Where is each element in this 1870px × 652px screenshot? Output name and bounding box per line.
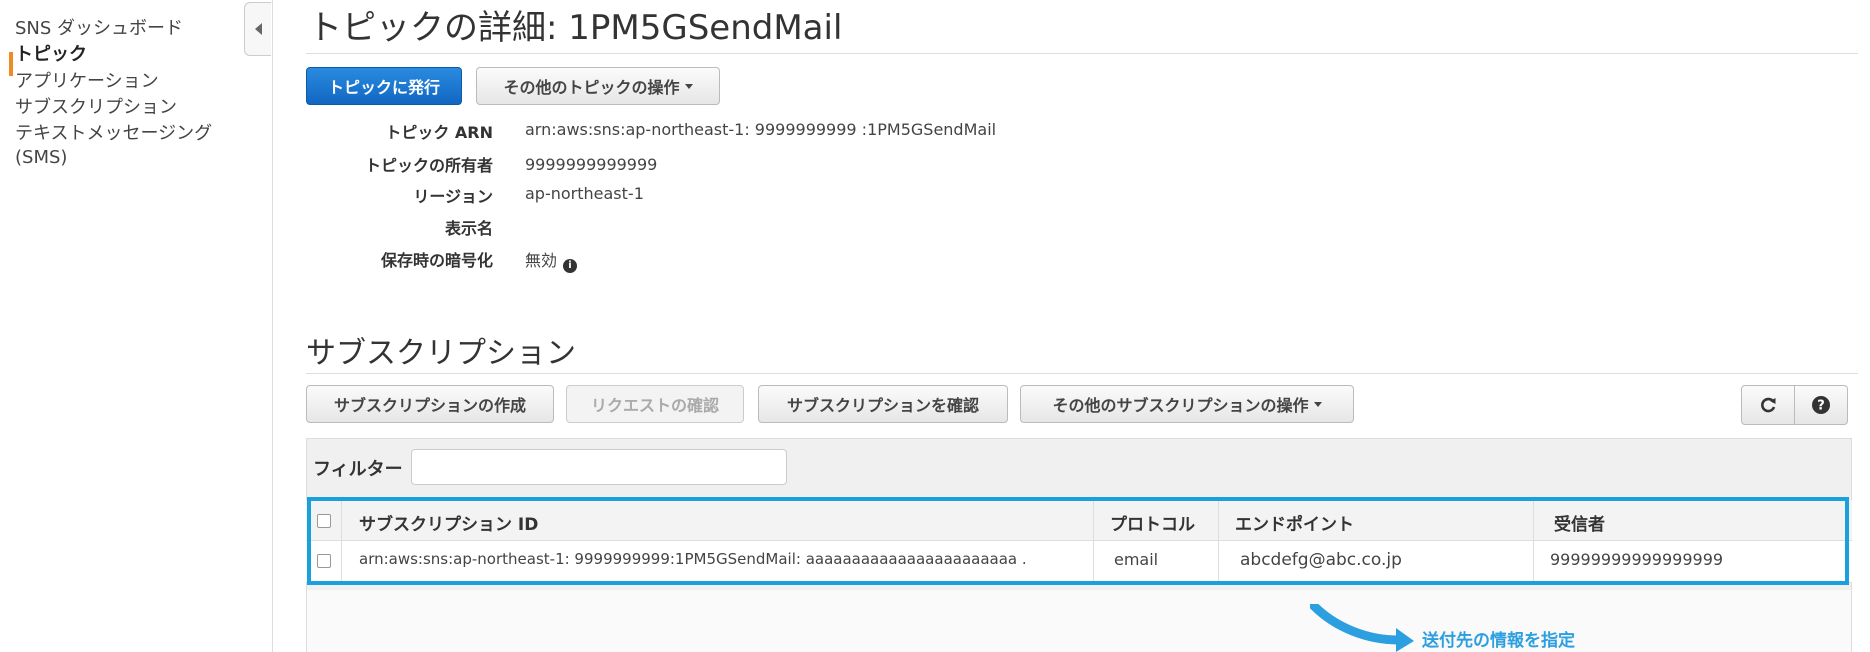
title-divider (306, 53, 1858, 54)
help-button[interactable]: ? (1794, 385, 1848, 425)
detail-value-encryption: 無効 (525, 251, 558, 270)
table-empty-area (307, 590, 1851, 652)
request-confirmation-button[interactable]: リクエストの確認 (566, 385, 744, 423)
detail-label-topic-arn: トピック ARN (385, 123, 493, 142)
publish-topic-label: トピックに発行 (327, 78, 440, 97)
confirm-subscription-label: サブスクリプションを確認 (786, 396, 979, 415)
sidebar-item-dashboard[interactable]: SNS ダッシュボード (15, 17, 183, 41)
confirm-subscription-button[interactable]: サブスクリプションを確認 (758, 385, 1008, 423)
arrow-icon (1310, 604, 1414, 652)
info-icon[interactable]: i (563, 258, 578, 273)
other-topic-actions-button[interactable]: その他のトピックの操作 (476, 67, 720, 105)
detail-label-display-name: 表示名 (444, 219, 493, 238)
row-highlight-box (307, 497, 1849, 585)
create-subscription-button[interactable]: サブスクリプションの作成 (306, 385, 554, 423)
detail-label-encryption: 保存時の暗号化 (380, 251, 493, 270)
help-icon: ? (1812, 396, 1830, 414)
filter-input[interactable] (411, 449, 787, 485)
section-divider (306, 373, 1858, 374)
sidebar-item-text-messaging[interactable]: テキストメッセージング (15, 122, 212, 146)
caret-down-icon (1313, 401, 1322, 407)
chevron-left-icon (254, 23, 262, 35)
annotation-text: 送付先の情報を指定 (1422, 631, 1575, 651)
svg-text:?: ? (1817, 399, 1825, 414)
sidebar-item-applications[interactable]: アプリケーション (15, 70, 159, 94)
create-subscription-label: サブスクリプションの作成 (333, 396, 526, 415)
refresh-icon (1761, 397, 1776, 413)
sidebar-item-topics[interactable]: トピック (15, 43, 87, 67)
detail-value-region: ap-northeast-1 (525, 184, 644, 203)
subscriptions-heading: サブスクリプション (306, 336, 576, 371)
sidebar-collapse-button[interactable] (244, 2, 271, 56)
active-indicator (9, 52, 13, 76)
detail-value-topic-arn: arn:aws:sns:ap-northeast-1: 9999999999 :… (525, 120, 997, 139)
filter-label: フィルター (313, 459, 403, 480)
detail-label-owner: トピックの所有者 (364, 156, 493, 175)
page-title: トピックの詳細: 1PM5GSendMail (308, 8, 843, 48)
sidebar: SNS ダッシュボード トピック アプリケーション サブスクリプション テキスト… (0, 0, 273, 652)
publish-topic-button[interactable]: トピックに発行 (306, 67, 462, 105)
refresh-button[interactable] (1741, 385, 1795, 425)
sidebar-item-text-messaging-sms[interactable]: (SMS) (15, 146, 67, 170)
other-subscription-actions-button[interactable]: その他のサブスクリプションの操作 (1020, 385, 1354, 423)
detail-label-region: リージョン (413, 187, 493, 206)
detail-value-encryption-wrap: 無効 i (525, 247, 578, 273)
detail-value-owner: 9999999999999 (525, 155, 658, 174)
caret-down-icon (684, 83, 693, 89)
sidebar-item-subscriptions[interactable]: サブスクリプション (15, 96, 177, 120)
other-subscription-actions-label: その他のサブスクリプションの操作 (1052, 396, 1309, 415)
other-topic-actions-label: その他のトピックの操作 (503, 78, 680, 97)
request-confirmation-label: リクエストの確認 (590, 396, 719, 415)
